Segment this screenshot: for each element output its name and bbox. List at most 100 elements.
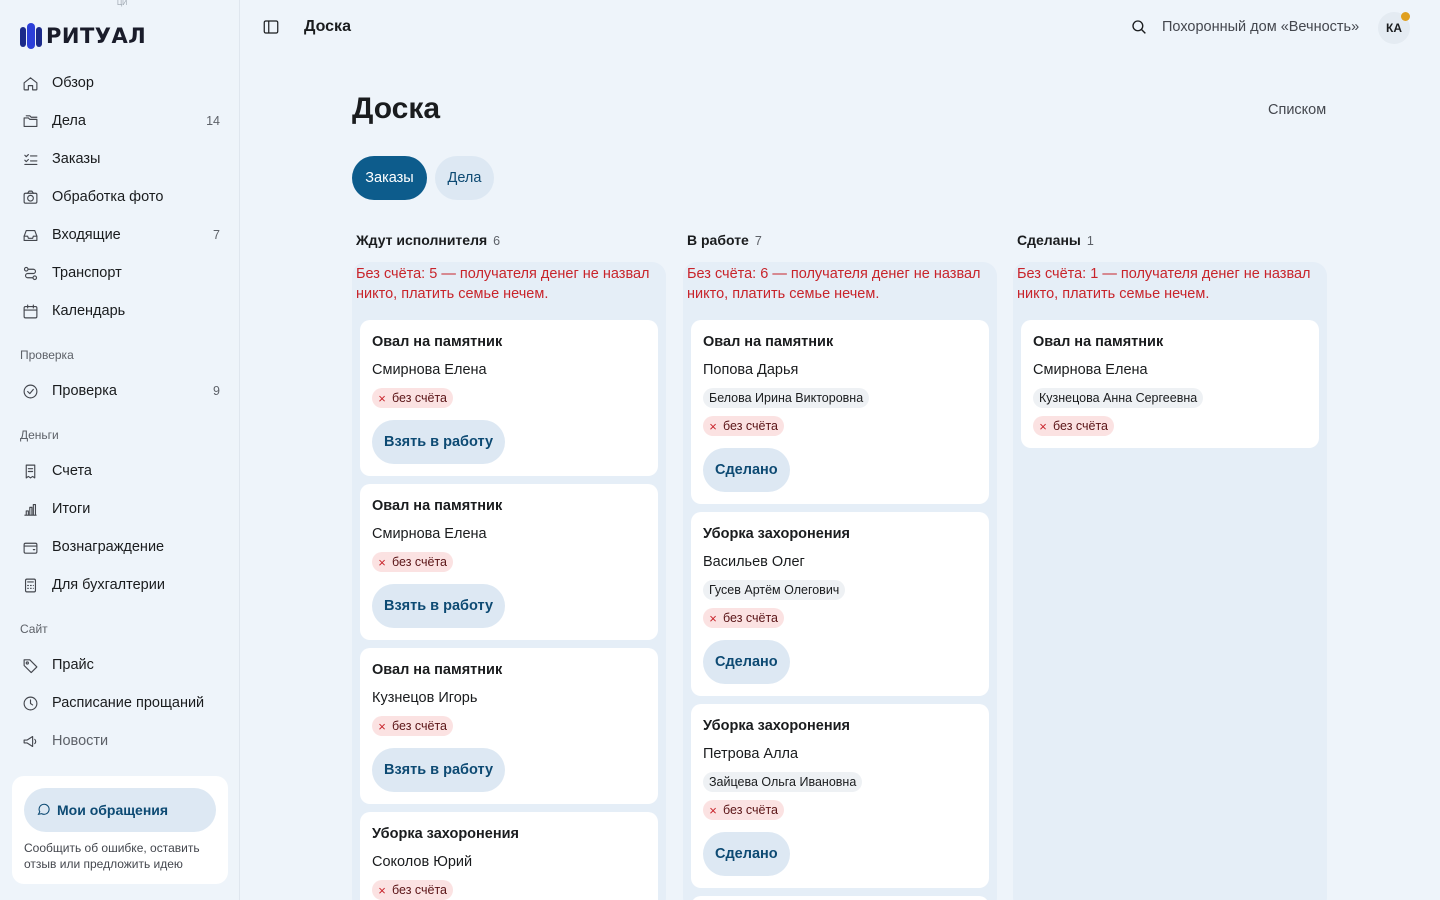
search-icon[interactable] [1130, 18, 1150, 38]
card-client-name: Смирнова Елена [372, 526, 487, 542]
checklist-icon [20, 149, 40, 169]
column-header-in-progress: В работе 7 [687, 232, 762, 248]
sidebar-item-label: Новости [52, 733, 109, 749]
sidebar-item-count: 7 [213, 228, 220, 242]
sidebar-item-label: Дела [52, 113, 86, 129]
order-card[interactable]: Уборка захоронения Соколов Юрий × без счё… [360, 812, 658, 900]
folders-icon [20, 111, 40, 131]
brand-name: РИТУАЛ [46, 24, 147, 48]
section-label-money: Деньги [20, 428, 59, 442]
column-count: 6 [493, 234, 501, 248]
sidebar-item-label: Итоги [52, 501, 91, 517]
tag-icon [20, 655, 40, 675]
tab-cases[interactable]: Дела [435, 156, 494, 200]
no-bill-chip: × без счёта [703, 800, 785, 820]
column-count: 7 [754, 234, 762, 248]
sidebar-item-invoices[interactable]: Счета [12, 455, 228, 487]
card-title: Овал на памятник [703, 334, 834, 350]
my-requests-label: Мои обращения [57, 802, 169, 818]
close-icon: × [709, 610, 717, 626]
sidebar-item-cases[interactable]: Дела 14 [12, 105, 228, 137]
order-card[interactable]: Овал на памятник Смирнова Елена Кузнецов… [1021, 320, 1319, 448]
column-count: 1 [1086, 234, 1094, 248]
sidebar-item-label: Вознаграждение [52, 539, 165, 555]
sidebar-item-overview[interactable]: Обзор [12, 67, 228, 99]
sidebar-item-count: 14 [206, 114, 220, 128]
column-header-waiting: Ждут исполнителя 6 [356, 232, 500, 248]
no-bill-chip: × без счёта [703, 416, 785, 436]
sidebar-item-label: Счета [52, 463, 92, 479]
sidebar-item-orders[interactable]: Заказы [12, 143, 228, 175]
section-label-site: Сайт [20, 622, 48, 636]
close-icon: × [378, 718, 386, 734]
column-warning: Без счёта: 6 — получателя денег не назва… [687, 266, 981, 302]
card-client-name: Кузнецов Игорь [372, 690, 478, 706]
done-button[interactable]: Сделано [703, 448, 790, 492]
sidebar-item-transport[interactable]: Транспорт [12, 257, 228, 289]
close-icon: × [378, 882, 386, 898]
tab-orders[interactable]: Заказы [352, 156, 427, 200]
executor-chip: Белова Ирина Викторовна [703, 388, 870, 408]
take-to-work-button[interactable]: Взять в работу [372, 420, 506, 464]
take-to-work-button[interactable]: Взять в работу [372, 584, 506, 628]
sidebar-item-label: Обзор [52, 75, 94, 91]
sidebar-item-accounting[interactable]: Для бухгалтерии [12, 569, 228, 601]
sidebar-item-label: Прайс [52, 657, 94, 673]
close-icon: × [709, 418, 717, 434]
help-card: Мои обращения Сообщить об ошибке, остави… [12, 776, 228, 884]
receipt-icon [20, 461, 40, 481]
order-card[interactable]: Овал на памятник Попова Дарья Белова Ири… [691, 320, 989, 504]
card-title: Уборка захоронения [703, 526, 850, 542]
order-card[interactable] [691, 896, 989, 900]
sidebar-item-reward[interactable]: Вознаграждение [12, 531, 228, 563]
camera-icon [20, 187, 40, 207]
inbox-icon [20, 225, 40, 245]
order-card[interactable]: Уборка захоронения Васильев Олег Гусев А… [691, 512, 989, 696]
card-title: Уборка захоронения [703, 718, 850, 734]
megaphone-icon [20, 731, 40, 751]
no-bill-chip: × без счёта [372, 552, 454, 572]
sidebar-item-news[interactable]: Новости [12, 725, 228, 757]
card-title: Уборка захоронения [372, 826, 519, 842]
organization-name[interactable]: Похоронный дом «Вечность» [1162, 19, 1359, 35]
sidebar: РИТУАЛ ЦИ Обзор Дела 14 Заказы Обработка… [0, 0, 240, 900]
close-icon: × [709, 802, 717, 818]
order-card[interactable]: Овал на памятник Смирнова Елена × без счё… [360, 484, 658, 640]
sidebar-item-inbox[interactable]: Входящие 7 [12, 219, 228, 251]
executor-chip: Кузнецова Анна Сергеевна [1033, 388, 1204, 408]
card-title: Овал на памятник [372, 662, 503, 678]
my-requests-button[interactable]: Мои обращения [24, 788, 216, 832]
sidebar-item-schedule[interactable]: Расписание прощаний [12, 687, 228, 719]
card-title: Овал на памятник [372, 498, 503, 514]
wallet-icon [20, 537, 40, 557]
close-icon: × [1039, 418, 1047, 434]
topbar-title: Доска [304, 18, 351, 35]
clock-icon [20, 693, 40, 713]
list-view-link[interactable]: Списком [1268, 102, 1326, 118]
card-client-name: Соколов Юрий [372, 854, 473, 870]
sidebar-item-totals[interactable]: Итоги [12, 493, 228, 525]
sidebar-item-calendar[interactable]: Календарь [12, 295, 228, 327]
card-client-name: Смирнова Елена [372, 362, 487, 378]
card-title: Овал на памятник [1033, 334, 1164, 350]
sidebar-item-price[interactable]: Прайс [12, 649, 228, 681]
sidebar-item-label: Обработка фото [52, 189, 164, 205]
sidebar-item-label: Транспорт [52, 265, 122, 281]
sidebar-toggle-icon[interactable] [262, 18, 282, 38]
column-title: Ждут исполнителя [356, 232, 488, 248]
column-title: Сделаны [1017, 232, 1081, 248]
order-card[interactable]: Овал на памятник Смирнова Елена × без счё… [360, 320, 658, 476]
order-card[interactable]: Овал на памятник Кузнецов Игорь × без счё… [360, 648, 658, 804]
sidebar-item-check[interactable]: Проверка 9 [12, 375, 228, 407]
order-card[interactable]: Уборка захоронения Петрова Алла Зайцева … [691, 704, 989, 888]
notification-dot [1401, 12, 1410, 21]
take-to-work-button[interactable]: Взять в работу [372, 748, 506, 792]
done-button[interactable]: Сделано [703, 832, 790, 876]
brand-logo[interactable]: РИТУАЛ [20, 22, 146, 50]
sidebar-item-photo[interactable]: Обработка фото [12, 181, 228, 213]
card-client-name: Смирнова Елена [1033, 362, 1148, 378]
column-header-done: Сделаны 1 [1017, 232, 1094, 248]
done-button[interactable]: Сделано [703, 640, 790, 684]
card-title: Овал на памятник [372, 334, 503, 350]
chat-bubble-icon [37, 803, 50, 815]
